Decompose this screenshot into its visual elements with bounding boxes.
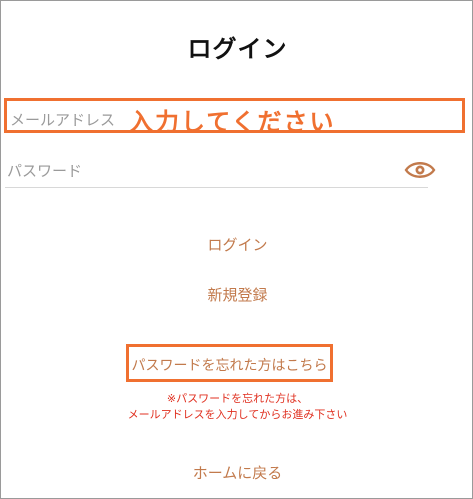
forgot-password-highlight: パスワードを忘れた方はこちら: [126, 344, 333, 382]
login-screen: ログイン メールアドレス 入力してください パスワード ログイン 新規登録 パス…: [0, 0, 473, 499]
password-label: パスワード: [7, 162, 83, 180]
page-title: ログイン: [187, 35, 288, 63]
login-button[interactable]: ログイン: [1, 234, 473, 255]
email-annotation: 入力してください: [129, 108, 336, 136]
register-link[interactable]: 新規登録: [1, 284, 473, 305]
email-field[interactable]: メールアドレス 入力してください: [4, 98, 465, 136]
home-link[interactable]: ホームに戻る: [1, 462, 473, 483]
eye-icon[interactable]: [404, 159, 436, 181]
forgot-password-link[interactable]: パスワードを忘れた方はこちら: [129, 355, 330, 375]
email-label: メールアドレス: [10, 111, 116, 129]
notice-line-1: ※パスワードを忘れた方は、: [166, 392, 309, 405]
password-field[interactable]: パスワード: [5, 153, 428, 188]
notice-line-2: メールアドレスを入力してからお進み下さい: [127, 408, 348, 421]
